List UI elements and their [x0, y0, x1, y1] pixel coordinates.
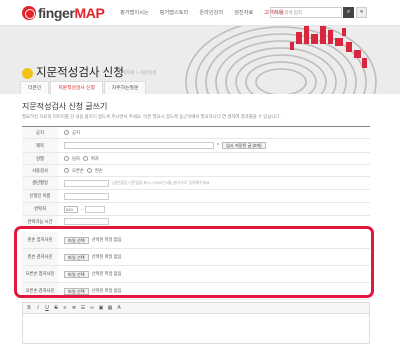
dash: -: [81, 206, 83, 212]
align-left-icon[interactable]: ≡: [62, 305, 68, 311]
fingerprint-illustration: [185, 26, 377, 94]
form-title: 지문적성검사 신청 글쓰기: [22, 102, 108, 111]
form-row-notice: 공지 공지: [22, 127, 370, 139]
nav-item[interactable]: 핑거맵이시는: [120, 9, 149, 16]
title-dot-icon: [22, 68, 33, 79]
row-label: 생년월일: [22, 177, 58, 189]
highlight-box: [14, 226, 374, 298]
radio-label: 여자: [90, 155, 99, 161]
logo[interactable]: fingerMAP: [22, 5, 105, 21]
top-bar: fingerMAP 핑거맵이시는 핑거맵스토리 온라인강의 검진자료 고객지원 …: [0, 0, 400, 26]
user-button[interactable]: ●: [356, 7, 367, 18]
row-label: 공지: [22, 127, 58, 138]
radio-label: 남자: [72, 155, 80, 161]
content-editor[interactable]: B I U S ≡ ≣ ☰ ∞ ▣ ▦ A: [22, 302, 370, 344]
phone-prefix-select[interactable]: 010: [64, 205, 78, 213]
tab-faq[interactable]: 자주하는질문: [103, 81, 147, 94]
nav-item[interactable]: 핑거맵스토리: [160, 9, 189, 16]
form-notice: 필요하신 자료의 미미지를 선 내용 올리기 정도록 주시면서 주세요. 이른 …: [22, 114, 281, 119]
row-label: 신청인 이름: [22, 190, 58, 202]
row-label: 연락처: [22, 203, 58, 215]
form-row-phone: 연락처 010-: [22, 203, 370, 216]
fingerprint-logo-icon: [22, 6, 36, 20]
birth-hint: (생년월일 기준일을 표시 (2000년 0월) 형식으로 입력해주세요: [112, 180, 210, 185]
search-button[interactable]: ⌕: [343, 7, 354, 18]
color-icon[interactable]: A: [116, 305, 122, 311]
row-label: 제목: [22, 139, 58, 152]
phone-input[interactable]: [85, 205, 106, 213]
row-label: 성별: [22, 153, 58, 164]
page-title: 지문적성검사 신청: [36, 67, 124, 79]
contact-time-input[interactable]: [64, 218, 109, 225]
strike-icon[interactable]: S: [53, 305, 59, 311]
align-center-icon[interactable]: ≣: [71, 305, 77, 311]
form-row-birth: 생년월일 (생년월일 기준일을 표시 (2000년 0월) 형식으로 입력해주세…: [22, 177, 370, 190]
nav-item[interactable]: 검진자료: [234, 9, 253, 16]
form-row-gender: 성별 남자 여자: [22, 153, 370, 165]
gender-female-radio[interactable]: [82, 156, 88, 161]
tab-intro[interactable]: 더큰인: [20, 81, 50, 94]
row-label: 사용검사: [22, 165, 58, 176]
breadcrumb: 고객지원 > 지문적성: [118, 70, 157, 75]
radio-label: 오른손: [72, 167, 84, 173]
title-input[interactable]: [64, 142, 214, 149]
application-form: 공지 공지 제목 * 임시 저장된 글 (0개) 성별 남자 여자 사용검사 오른손…: [22, 126, 370, 300]
temp-saved-button[interactable]: 임시 저장된 글 (0개): [221, 142, 266, 149]
radio-label: 공지: [72, 129, 80, 135]
editor-toolbar: B I U S ≡ ≣ ☰ ∞ ▣ ▦ A: [23, 303, 369, 314]
form-row-title: 제목 * 임시 저장된 글 (0개): [22, 139, 370, 153]
radio-label: 왼손: [94, 167, 103, 173]
birth-input[interactable]: [64, 179, 109, 187]
user-icon: ●: [359, 9, 364, 15]
required-mark: *: [217, 142, 219, 149]
table-icon[interactable]: ▦: [107, 305, 113, 311]
gender-male-radio[interactable]: [64, 156, 69, 161]
search-input[interactable]: Birds검색 입력: [270, 7, 342, 18]
tab-apply[interactable]: 지문적성검사 신청: [50, 81, 103, 94]
search-icon: ⌕: [346, 9, 351, 15]
list-icon[interactable]: ☰: [80, 305, 86, 311]
bold-icon[interactable]: B: [26, 305, 32, 311]
hand-right-radio[interactable]: [64, 168, 69, 173]
nav-item[interactable]: 온라인강의: [199, 9, 223, 16]
notice-radio[interactable]: [64, 130, 69, 135]
underline-icon[interactable]: U: [44, 305, 50, 311]
logo-text: fingerMAP: [38, 5, 105, 21]
main-nav: 핑거맵이시는 핑거맵스토리 온라인강의 검진자료 고객지원: [120, 9, 283, 16]
tab-bar: 더큰인 지문적성검사 신청 자주하는질문: [20, 81, 147, 94]
link-icon[interactable]: ∞: [89, 305, 95, 311]
italic-icon[interactable]: I: [35, 305, 41, 311]
image-icon[interactable]: ▣: [98, 305, 104, 311]
form-row-name: 신청인 이름: [22, 190, 370, 203]
form-row-hand: 사용검사 오른손 왼손: [22, 165, 370, 177]
name-input[interactable]: [64, 192, 109, 200]
hand-left-radio[interactable]: [86, 168, 92, 173]
